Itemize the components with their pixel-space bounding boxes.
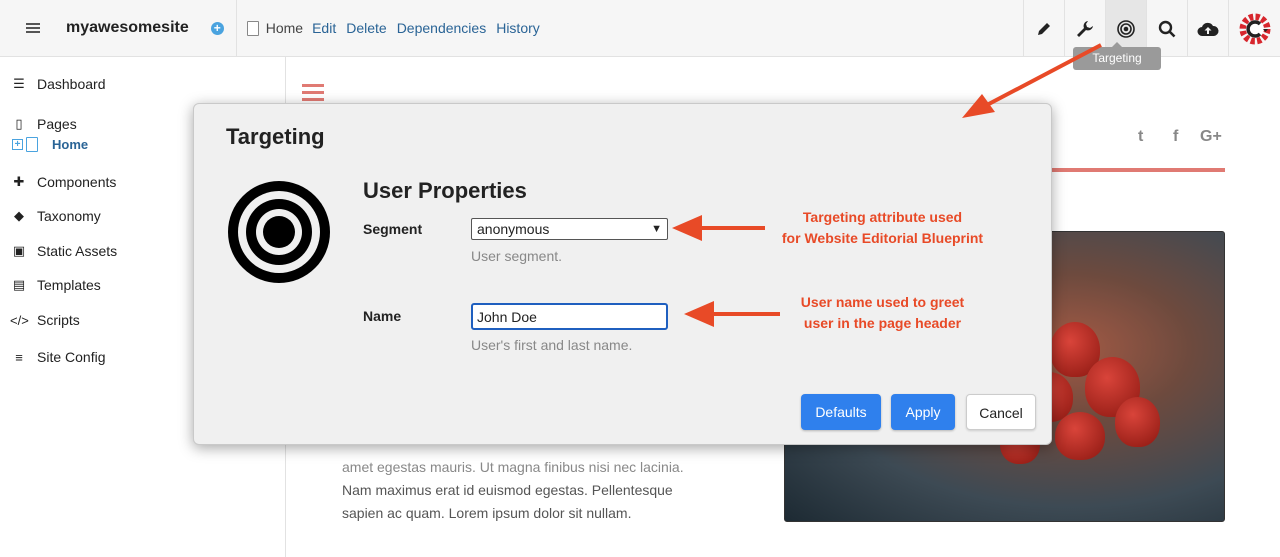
name-annotation: User name used to greet user in the page… [775, 292, 990, 334]
annotation-arrows [672, 43, 1102, 327]
annotation-line: Targeting attribute used [802, 209, 963, 225]
annotation-line: user in the page header [803, 315, 962, 331]
annotation-line: for Website Editorial Blueprint [781, 230, 984, 246]
segment-annotation: Targeting attribute used for Website Edi… [760, 207, 1005, 249]
annotation-line: User name used to greet [800, 294, 965, 310]
